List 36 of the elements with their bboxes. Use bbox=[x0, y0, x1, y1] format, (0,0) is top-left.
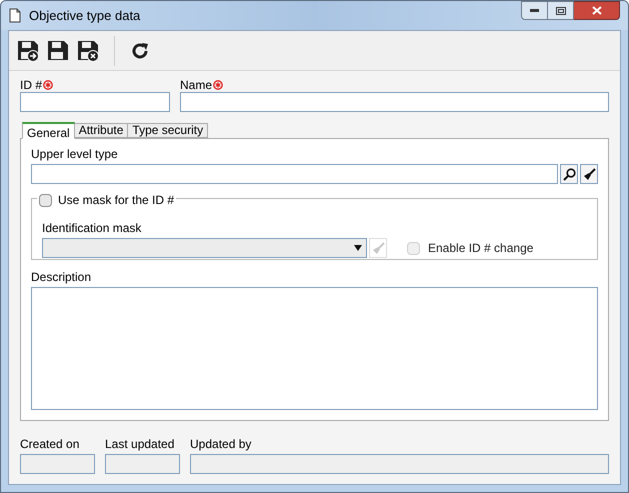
maximize-icon bbox=[556, 6, 566, 14]
field-label: Updated by bbox=[190, 436, 252, 453]
checkbox-label: Use mask for the ID # bbox=[58, 192, 174, 209]
maximize-button[interactable] bbox=[548, 1, 574, 20]
input-field[interactable] bbox=[31, 164, 558, 184]
document-icon bbox=[9, 8, 21, 23]
description-field[interactable] bbox=[31, 287, 598, 410]
field-label: Description bbox=[31, 269, 92, 286]
checkbox[interactable] bbox=[39, 194, 52, 206]
field-label: ID # bbox=[20, 76, 42, 94]
save-icon[interactable] bbox=[47, 40, 69, 62]
field-label: Upper level type bbox=[31, 146, 119, 163]
window-title: Objective type data bbox=[29, 6, 140, 25]
close-icon bbox=[592, 6, 602, 15]
field-label: Last updated bbox=[105, 436, 176, 453]
caret-icon bbox=[354, 245, 362, 251]
tab[interactable]: Type security bbox=[127, 123, 208, 138]
minimize-button[interactable] bbox=[521, 1, 548, 20]
checkbox-label: Enable ID # change bbox=[428, 240, 534, 257]
brush-icon bbox=[372, 242, 384, 254]
close-button[interactable] bbox=[574, 1, 620, 20]
search-icon bbox=[562, 168, 576, 180]
field-label: Identification mask bbox=[42, 221, 142, 235]
brush-icon bbox=[582, 168, 596, 180]
input-field[interactable] bbox=[180, 92, 609, 112]
field-label: Name bbox=[180, 76, 212, 94]
minimize-icon bbox=[530, 9, 539, 12]
clear-button[interactable] bbox=[580, 164, 598, 184]
tab[interactable]: Attribute bbox=[74, 123, 128, 138]
save-and-close-icon[interactable] bbox=[77, 40, 99, 62]
field-label: Created on bbox=[20, 436, 80, 453]
search-button[interactable] bbox=[560, 164, 578, 184]
input-field[interactable] bbox=[20, 92, 170, 112]
save-and-next-icon[interactable] bbox=[17, 40, 39, 62]
refresh-icon[interactable] bbox=[130, 40, 150, 60]
tab[interactable]: General bbox=[22, 122, 75, 139]
